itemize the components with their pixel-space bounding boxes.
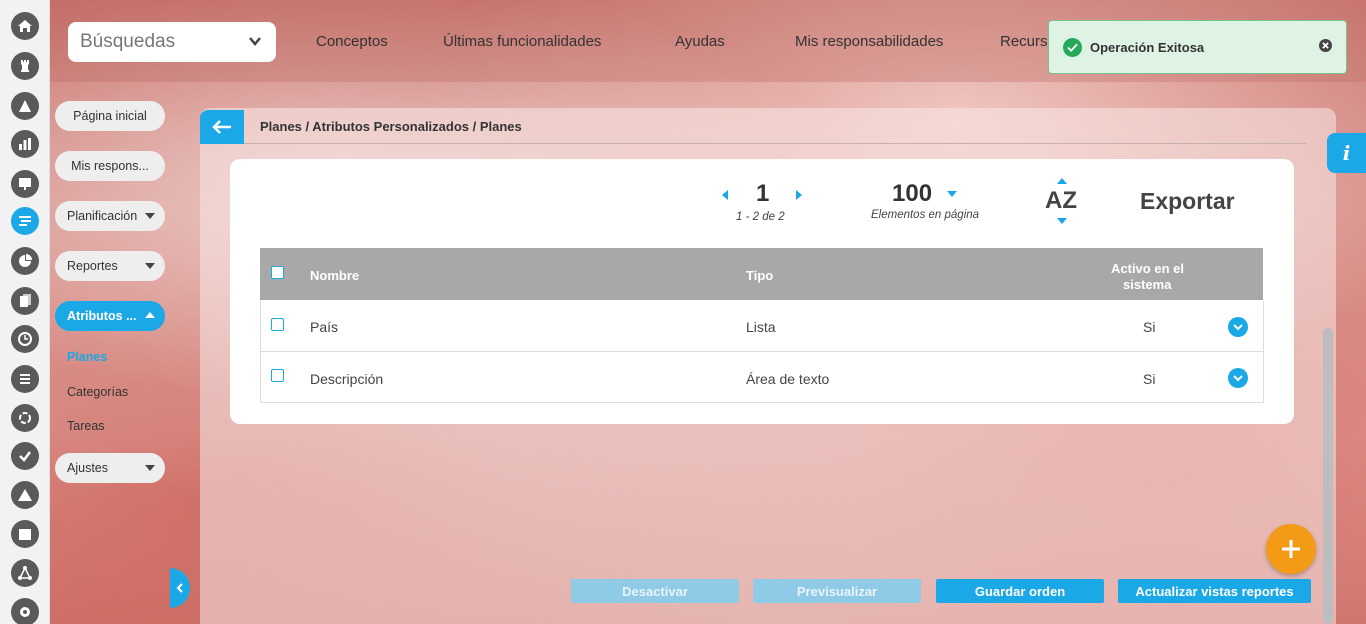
- presentation-icon[interactable]: [11, 170, 39, 198]
- save-order-button[interactable]: Guardar orden: [936, 579, 1104, 603]
- row-expand-button[interactable]: [1228, 317, 1248, 337]
- sidebar-item-planificacion[interactable]: Planificación: [55, 201, 165, 231]
- scrollbar[interactable]: [1323, 328, 1333, 624]
- column-header-tipo[interactable]: Tipo: [746, 268, 773, 283]
- column-header-activo[interactable]: Activo en el: [1111, 261, 1184, 276]
- toast-message: Operación Exitosa: [1090, 39, 1205, 55]
- warning-icon[interactable]: [11, 481, 39, 509]
- arrow-left-icon: [212, 120, 231, 134]
- sidebar-subitem-categorias[interactable]: Categorías: [67, 385, 128, 399]
- chevron-down-icon: [249, 37, 261, 46]
- page-range: 1 - 2 de 2: [736, 211, 785, 223]
- sidebar-item-pagina-inicial[interactable]: Página inicial: [55, 101, 165, 131]
- close-icon[interactable]: [1319, 39, 1332, 52]
- collapse-sidebar-button[interactable]: [170, 568, 190, 608]
- chevron-down-icon: [1233, 375, 1243, 382]
- preview-button[interactable]: Previsualizar: [753, 579, 921, 603]
- list-icon[interactable]: [11, 365, 39, 393]
- row-checkbox[interactable]: [271, 318, 284, 331]
- breadcrumb: Planes / Atributos Personalizados / Plan…: [260, 119, 522, 134]
- chevron-left-icon: [176, 583, 183, 593]
- pie-chart-icon[interactable]: [11, 247, 39, 275]
- caret-up-icon: [145, 312, 155, 318]
- caret-down-icon: [145, 263, 155, 269]
- info-icon[interactable]: i: [1327, 133, 1366, 173]
- sidebar-subitem-planes[interactable]: Planes: [67, 350, 107, 364]
- breadcrumb-divider: [244, 143, 1306, 144]
- row-name: País: [310, 319, 339, 335]
- nav-link-recursos[interactable]: Recurs: [1000, 33, 1048, 50]
- cycle-icon[interactable]: [11, 404, 39, 432]
- sidebar-item-label: Planificación: [67, 209, 138, 223]
- sidebar-item-mis-responsabilidades[interactable]: Mis respons...: [55, 151, 165, 181]
- row-name: Descripción: [310, 371, 384, 387]
- chevron-down-icon: [1233, 324, 1243, 331]
- column-header-activo-line2: sistema: [1123, 277, 1172, 292]
- planning-icon[interactable]: [11, 207, 39, 235]
- row-type: Área de texto: [746, 371, 830, 387]
- sidebar-item-reportes[interactable]: Reportes: [55, 251, 165, 281]
- chess-rook-icon[interactable]: [11, 52, 39, 80]
- home-icon[interactable]: [11, 12, 39, 40]
- sidebar-item-label: Mis respons...: [71, 159, 149, 173]
- sidebar-item-label: Página inicial: [73, 109, 147, 123]
- sort-asc-icon[interactable]: [1057, 178, 1067, 184]
- icon-rail: [0, 0, 50, 624]
- caret-down-icon: [145, 465, 155, 471]
- nav-link-mis-responsabilidades[interactable]: Mis responsabilidades: [795, 33, 943, 50]
- nav-link-conceptos[interactable]: Conceptos: [316, 33, 388, 50]
- sort-toggle[interactable]: AZ: [1045, 187, 1077, 215]
- search-select-label: Búsquedas: [80, 31, 176, 52]
- sidebar-item-atributos[interactable]: Atributos ...: [55, 301, 165, 331]
- deactivate-button[interactable]: Desactivar: [571, 579, 739, 603]
- prev-page-icon[interactable]: [722, 190, 728, 200]
- sort-desc-icon[interactable]: [1057, 218, 1067, 224]
- current-page: 1: [756, 180, 770, 207]
- caret-down-icon: [145, 213, 155, 219]
- back-button[interactable]: [200, 110, 244, 144]
- select-all-checkbox[interactable]: [271, 266, 284, 279]
- search-select[interactable]: Búsquedas: [68, 22, 276, 62]
- calendar-icon[interactable]: [11, 520, 39, 548]
- sidebar-item-label: Reportes: [67, 259, 118, 273]
- sidebar-item-label: Atributos ...: [67, 309, 137, 323]
- network-icon[interactable]: [11, 559, 39, 587]
- export-button[interactable]: Exportar: [1140, 188, 1235, 215]
- plus-icon: [1282, 540, 1300, 558]
- add-button[interactable]: [1266, 524, 1316, 574]
- bar-chart-icon[interactable]: [11, 130, 39, 158]
- page-size-select[interactable]: 100: [892, 180, 932, 208]
- row-checkbox[interactable]: [271, 369, 284, 382]
- nav-link-ayudas[interactable]: Ayudas: [675, 33, 725, 50]
- sidebar-item-label: Ajustes: [67, 461, 108, 475]
- update-report-views-button[interactable]: Actualizar vistas reportes: [1118, 579, 1311, 603]
- success-toast: Operación Exitosa: [1048, 20, 1347, 74]
- check-circle-icon[interactable]: [11, 442, 39, 470]
- nav-link-ultimas-funcionalidades[interactable]: Últimas funcionalidades: [443, 33, 601, 50]
- caret-down-icon[interactable]: [947, 191, 957, 197]
- row-expand-button[interactable]: [1228, 368, 1248, 388]
- next-page-icon[interactable]: [796, 190, 802, 200]
- row-active: Si: [1143, 319, 1156, 335]
- pyramid-icon[interactable]: [11, 92, 39, 120]
- documents-icon[interactable]: [11, 287, 39, 315]
- row-type: Lista: [746, 319, 776, 335]
- sidebar-item-ajustes[interactable]: Ajustes: [55, 453, 165, 483]
- sidebar-subitem-tareas[interactable]: Tareas: [67, 419, 105, 433]
- check-circle-icon: [1063, 37, 1082, 57]
- page-size-label: Elementos en página: [871, 209, 980, 221]
- row-active: Si: [1143, 371, 1156, 387]
- gear-icon[interactable]: [11, 598, 39, 624]
- clock-icon[interactable]: [11, 325, 39, 353]
- column-header-nombre[interactable]: Nombre: [310, 268, 359, 283]
